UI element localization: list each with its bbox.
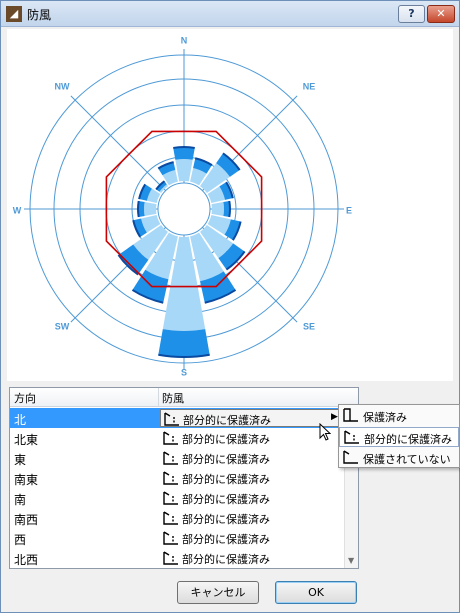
protection-value: 部分的に保護済み <box>183 414 271 427</box>
wind-protection-dialog: ◢ 防風 ? ✕ N NE E SE S SW W NW 方向 防風 北部分的に保護済み ▶ 北東… <box>0 0 460 613</box>
wind-sector-partial <box>175 159 193 182</box>
partially-protected-icon <box>162 510 180 529</box>
compass-label-s: S <box>181 367 187 377</box>
menu-item-protected[interactable]: 保護済み <box>339 406 459 426</box>
column-header-protection[interactable]: 防風 <box>162 390 184 406</box>
compass-label-ne: NE <box>303 81 316 91</box>
grid-ring <box>157 182 211 236</box>
list-row[interactable]: 西 部分的に保護済み <box>10 528 344 548</box>
wind-sector-full <box>158 329 210 358</box>
column-separator[interactable] <box>158 388 159 407</box>
compass-label-e: E <box>346 205 352 215</box>
wind-sector-edge <box>228 200 231 218</box>
close-button[interactable]: ✕ <box>427 5 455 23</box>
compass-label-se: SE <box>303 321 315 331</box>
list-row[interactable]: 北西 部分的に保護済み <box>10 548 344 568</box>
wind-sector-partial <box>144 202 157 216</box>
direction-cell: 北東 <box>14 433 39 447</box>
direction-cell: 南 <box>14 493 27 507</box>
wind-sector-edge <box>137 200 140 218</box>
window-title: 防風 <box>27 8 52 22</box>
protection-value: 部分的に保護済み <box>182 433 270 446</box>
compass-label-nw: NW <box>55 81 70 91</box>
wind-sector-full <box>173 147 195 160</box>
protection-cell[interactable]: 部分的に保護済み <box>160 449 340 467</box>
unprotected-icon <box>342 449 360 468</box>
protection-value: 部分的に保護済み <box>182 473 270 486</box>
protection-value: 部分的に保護済み <box>182 493 270 506</box>
app-icon: ◢ <box>6 6 22 22</box>
protection-value: 部分的に保護済み <box>182 533 270 546</box>
list-row[interactable]: 南東 部分的に保護済み <box>10 468 344 488</box>
protection-cell[interactable]: 部分的に保護済み <box>160 489 340 507</box>
list-row[interactable]: 北 部分的に保護済み ▶ <box>10 408 344 428</box>
protected-icon <box>342 407 360 426</box>
menu-item-label: 保護されていない <box>363 453 451 466</box>
direction-cell: 南西 <box>14 513 39 527</box>
compass-label-sw: SW <box>55 321 70 331</box>
protection-cell[interactable]: 部分的に保護済み <box>160 529 340 547</box>
partially-protected-icon <box>162 490 180 509</box>
cancel-button[interactable]: キャンセル <box>177 581 259 604</box>
menu-item-unprotected[interactable]: 保護されていない <box>339 448 459 468</box>
menu-item-label: 部分的に保護済み <box>364 433 452 446</box>
list-rows: 北部分的に保護済み ▶ 北東 部分的に保護済み東部分的に保護済み 南東 部分的に保護済み南… <box>10 408 344 568</box>
direction-list: 方向 防風 北部分的に保護済み ▶ 北東 部分的に保護済み東部分的に保護済み 南東 部分的… <box>9 387 359 569</box>
menu-item-label: 保護済み <box>363 411 407 424</box>
column-header-direction[interactable]: 方向 <box>14 390 36 406</box>
protection-value: 部分的に保護済み <box>182 513 270 526</box>
protection-value: 部分的に保護済み <box>182 453 270 466</box>
protection-cell[interactable]: 部分的に保護済み <box>160 509 340 527</box>
partially-protected-icon <box>343 429 361 448</box>
wind-sector-edge <box>173 146 195 149</box>
title-bar: ◢ 防風 ? ✕ <box>1 1 459 27</box>
compass-label-w: W <box>13 205 22 215</box>
list-row[interactable]: 南 部分的に保護済み <box>10 488 344 508</box>
partially-protected-icon <box>162 530 180 549</box>
partially-protected-icon <box>162 450 180 469</box>
direction-cell: 東 <box>14 453 27 467</box>
menu-item-partially-protected[interactable]: 部分的に保護済み <box>339 427 459 447</box>
list-row[interactable]: 南西 部分的に保護済み <box>10 508 344 528</box>
protection-value: 部分的に保護済み <box>182 553 270 566</box>
list-row[interactable]: 東 部分的に保護済み <box>10 448 344 468</box>
protection-cell[interactable]: 部分的に保護済み <box>160 549 340 567</box>
mouse-cursor-icon <box>319 422 332 444</box>
list-row[interactable]: 北東 部分的に保護済み <box>10 428 344 448</box>
protection-dropdown-menu: 保護済み 部分的に保護済み 保護されていない <box>338 404 460 468</box>
partially-protected-icon <box>162 550 180 568</box>
protection-cell[interactable]: 部分的に保護済み <box>160 429 340 447</box>
direction-cell: 西 <box>14 533 27 547</box>
protection-cell[interactable]: 部分的に保護済み ▶ <box>160 409 340 427</box>
list-header: 方向 防風 <box>10 388 358 407</box>
wind-rose-panel: N NE E SE S SW W NW <box>7 29 453 381</box>
submenu-arrow-icon[interactable]: ▶ <box>331 412 338 422</box>
wind-rose: N NE E SE S SW W NW <box>13 35 352 377</box>
protection-cell[interactable]: 部分的に保護済み <box>160 469 340 487</box>
direction-cell: 北西 <box>14 553 39 567</box>
partially-protected-icon <box>162 430 180 449</box>
scroll-down-icon[interactable]: ▼ <box>348 556 354 565</box>
wind-sector-partial <box>211 202 224 216</box>
direction-cell: 北 <box>14 413 27 427</box>
help-button[interactable]: ? <box>398 5 425 23</box>
ok-button[interactable]: OK <box>275 581 357 604</box>
partially-protected-icon <box>162 470 180 489</box>
direction-cell: 南東 <box>14 473 39 487</box>
compass-label-n: N <box>181 35 188 45</box>
